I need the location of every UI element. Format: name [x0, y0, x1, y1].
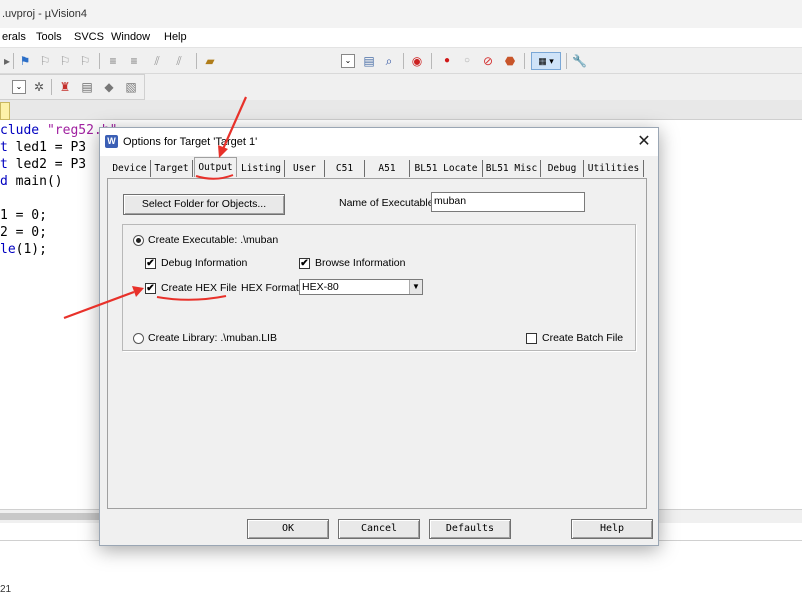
indent-icon[interactable]: ▸: [0, 54, 14, 68]
find-icon[interactable]: ⌕: [382, 54, 396, 68]
window-title-bar: .uvproj - µVision4: [0, 0, 802, 28]
create-executable-label: Create Executable: .\muban: [148, 234, 279, 246]
tab-c51[interactable]: C51: [325, 160, 365, 177]
code-line: le(1);: [0, 242, 47, 257]
editor-file-tab[interactable]: [0, 102, 10, 120]
create-hex-file-label: Create HEX File: [161, 282, 237, 294]
menu-bar: erals Tools SVCS Window Help: [0, 28, 802, 48]
options-dialog: W Options for Target 'Target 1' ✕ Device…: [99, 127, 659, 546]
tab-bl51-misc[interactable]: BL51 Misc: [483, 160, 541, 177]
output-text: 21: [0, 584, 12, 595]
target-dropdown-icon[interactable]: ⌄: [12, 80, 26, 94]
menu-help[interactable]: Help: [164, 31, 187, 43]
create-library-radio[interactable]: [133, 333, 144, 344]
toolbar-separator: [431, 53, 432, 69]
indent-right-icon[interactable]: ≡: [106, 54, 120, 68]
toolbar-separator: [403, 53, 404, 69]
clear-bookmarks-icon[interactable]: ⚐: [78, 54, 92, 68]
create-batch-file-label: Create Batch File: [542, 332, 624, 344]
indent-left-icon[interactable]: ≡: [127, 54, 141, 68]
tab-utilities[interactable]: Utilities: [584, 160, 644, 177]
menu-window[interactable]: Window: [111, 31, 150, 43]
help-button[interactable]: Help: [571, 519, 653, 539]
debug-session-icon[interactable]: ◉: [410, 54, 424, 68]
prev-bookmark-icon[interactable]: ⚐: [38, 54, 52, 68]
name-of-executable-label: Name of Executable:: [339, 197, 437, 209]
select-folder-button[interactable]: Select Folder for Objects...: [123, 194, 285, 215]
radio-selected-dot: [136, 238, 141, 243]
toolbar-separator: [524, 53, 525, 69]
manage-project-icon[interactable]: ♜: [58, 80, 72, 94]
code-line: 2 = 0;: [0, 225, 47, 240]
code-line: 1 = 0;: [0, 208, 47, 223]
toolbar-separator: [99, 53, 100, 69]
books-icon[interactable]: ▧: [124, 80, 138, 94]
debug-information-label: Debug Information: [161, 257, 248, 269]
multi-project-icon[interactable]: ▤: [80, 80, 94, 94]
toolbar-separator: [566, 53, 567, 69]
toolbar-separator: [196, 53, 197, 69]
debug-information-checkbox[interactable]: ✔: [145, 258, 156, 269]
configure-wrench-icon[interactable]: 🔧: [572, 54, 587, 68]
toolbar-separator: [51, 79, 52, 95]
ok-button[interactable]: OK: [247, 519, 329, 539]
close-icon[interactable]: ✕: [634, 132, 654, 152]
code-line: d main(): [0, 174, 63, 189]
tab-user[interactable]: User: [285, 160, 325, 177]
comment-icon[interactable]: ⫽: [150, 54, 164, 68]
menu-svcs[interactable]: SVCS: [74, 31, 104, 43]
hex-format-label: HEX Format:: [241, 282, 302, 294]
tab-bl51-locate[interactable]: BL51 Locate: [410, 160, 483, 177]
code-line: t led1 = P3: [0, 140, 87, 155]
dialog-title-bar: W Options for Target 'Target 1' ✕: [100, 128, 658, 156]
create-library-label: Create Library: .\muban.LIB: [148, 332, 277, 344]
build-toolbar: ⌄ ✲ ♜ ▤ ◆ ▧: [0, 74, 145, 100]
uvision-logo-icon: W: [105, 135, 118, 148]
remove-breakpoints-icon[interactable]: ⊘: [481, 54, 495, 68]
chevron-down-icon[interactable]: ▼: [409, 280, 422, 294]
code-line: t led2 = P3: [0, 157, 87, 172]
create-hex-file-checkbox[interactable]: ✔: [145, 283, 156, 294]
scrollbar-thumb[interactable]: [0, 513, 108, 520]
name-of-executable-input[interactable]: muban: [431, 192, 585, 212]
tab-a51[interactable]: A51: [365, 160, 410, 177]
toolbar-separator: [13, 53, 14, 69]
breakpoint-icon[interactable]: ●: [440, 54, 454, 68]
cancel-button[interactable]: Cancel: [338, 519, 420, 539]
find-in-files-icon[interactable]: ▤: [362, 54, 376, 68]
browse-information-label: Browse Information: [315, 257, 406, 269]
menu-peripherals[interactable]: erals: [2, 31, 26, 43]
toolbar-empty-area: [145, 74, 802, 100]
open-folder-icon[interactable]: ▰: [203, 54, 217, 68]
main-toolbar: ▸ ⚑ ⚐ ⚐ ⚐ ≡ ≡ ⫽ ⫽ ▰ ⌄ ▤ ⌕ ◉ ● ○ ⊘ ⬣ ▦ ▾ …: [0, 48, 802, 74]
browse-information-checkbox[interactable]: ✔: [299, 258, 310, 269]
tab-output[interactable]: Output: [194, 157, 237, 177]
tab-debug[interactable]: Debug: [541, 160, 584, 177]
create-executable-radio[interactable]: [133, 235, 144, 246]
tab-target[interactable]: Target: [151, 160, 193, 177]
dialog-title: Options for Target 'Target 1': [123, 136, 258, 148]
window-layout-icon[interactable]: ▦ ▾: [531, 52, 561, 70]
dropdown-arrow-icon[interactable]: ⌄: [341, 54, 355, 68]
disable-breakpoint-icon[interactable]: ○: [460, 54, 474, 68]
kill-breakpoints-icon[interactable]: ⬣: [503, 54, 517, 68]
pack-installer-icon[interactable]: ◆: [102, 80, 116, 94]
target-options-icon[interactable]: ✲: [32, 80, 46, 94]
defaults-button[interactable]: Defaults: [429, 519, 511, 539]
tab-listing[interactable]: Listing: [238, 160, 285, 177]
hex-format-value: HEX-80: [302, 281, 339, 293]
create-batch-file-checkbox[interactable]: [526, 333, 537, 344]
uncomment-icon[interactable]: ⫽: [172, 54, 186, 68]
hex-format-select[interactable]: HEX-80 ▼: [299, 279, 423, 295]
next-bookmark-icon[interactable]: ⚐: [58, 54, 72, 68]
options-tab-bar: Device Target Output Listing User C51 A5…: [107, 157, 647, 179]
menu-tools[interactable]: Tools: [36, 31, 62, 43]
editor-tab-strip: [0, 100, 802, 120]
bookmark-icon[interactable]: ⚑: [18, 54, 32, 68]
tab-device[interactable]: Device: [109, 160, 151, 177]
window-title: .uvproj - µVision4: [2, 8, 88, 20]
